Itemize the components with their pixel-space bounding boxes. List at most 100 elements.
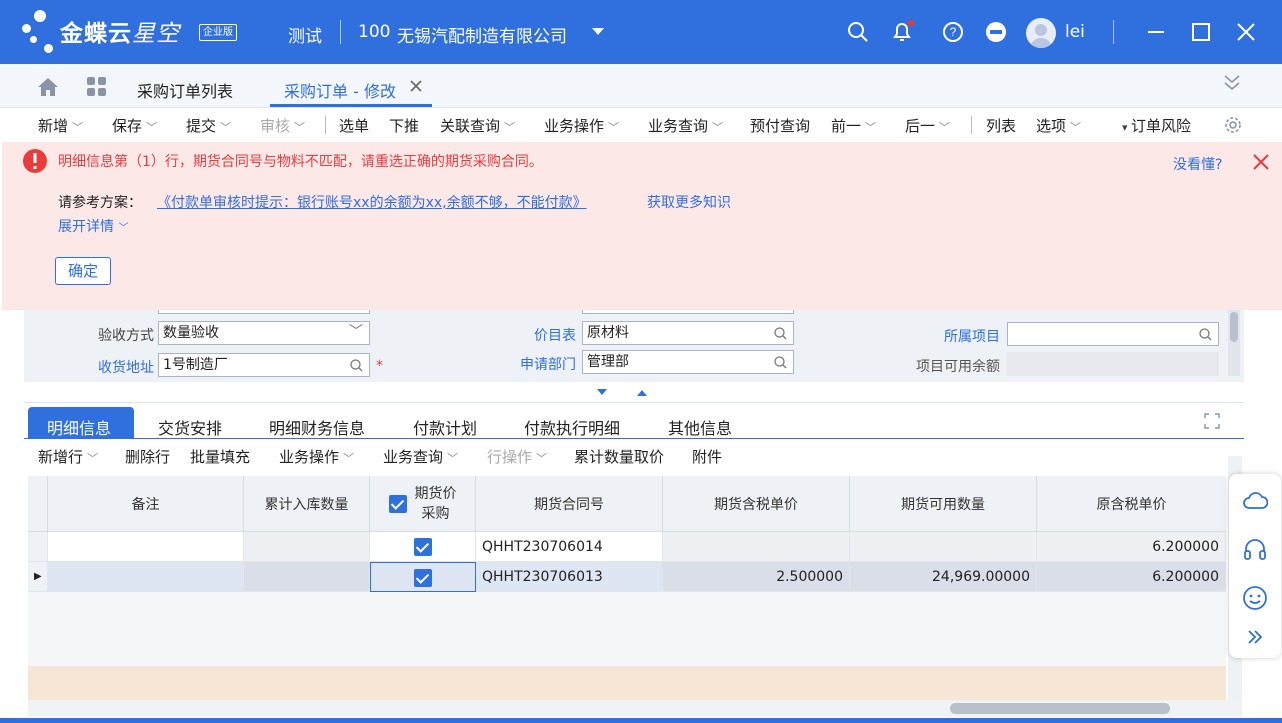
col-futures-available-qty[interactable]: 期货可用数量 — [850, 476, 1037, 532]
help-icon[interactable]: ? — [940, 19, 966, 45]
search-icon — [774, 356, 787, 369]
futures-checkbox-cell[interactable] — [370, 532, 476, 562]
checkbox-icon — [414, 569, 432, 587]
futures-available-qty-cell: 24,969.00000 — [850, 562, 1037, 592]
avatar[interactable] — [1026, 18, 1056, 48]
expand-panel-icon[interactable] — [1242, 626, 1268, 652]
org-name[interactable]: 无锡汽配制造有限公司 — [397, 22, 567, 47]
futures-contract-cell[interactable]: QHHT230706013 — [476, 562, 663, 592]
expand-details-link[interactable]: 展开详情 ﹀ — [58, 216, 128, 236]
reference-link[interactable]: 《付款单审核时提示：银行账号xx的余额为xx,余额不够，不能付款》 — [157, 192, 587, 212]
attachment-button[interactable]: 附件 — [692, 446, 722, 467]
next-button[interactable]: 后一 ﹀ — [905, 115, 950, 136]
smile-icon[interactable] — [1242, 585, 1268, 611]
more-knowledge-link[interactable]: 获取更多知识 — [647, 192, 731, 212]
project-input[interactable] — [1007, 322, 1219, 346]
save-button[interactable]: 保存 ﹀ — [112, 115, 157, 136]
request-dept-label: 申请部门 — [520, 357, 576, 373]
scrollbar-thumb[interactable] — [950, 703, 1170, 714]
headset-icon[interactable] — [1242, 536, 1268, 562]
divider — [1113, 20, 1114, 44]
more-icon[interactable] — [983, 19, 1009, 45]
org-dropdown-icon[interactable] — [585, 19, 611, 45]
col-cumulative-inbound[interactable]: 累计入库数量 — [244, 476, 370, 532]
close-error-icon[interactable] — [1253, 154, 1269, 174]
grid-horizontal-scrollbar[interactable] — [28, 700, 1242, 717]
col-remark[interactable]: 备注 — [48, 476, 244, 532]
org-code[interactable]: 100 — [358, 22, 390, 42]
tab-payment-plan[interactable]: 付款计划 — [413, 415, 477, 439]
list-button[interactable]: 列表 — [986, 115, 1016, 136]
col-futures-price-purchase[interactable]: 期货价采购 — [370, 476, 476, 532]
delivery-address-input[interactable]: 1号制造厂 — [158, 353, 370, 377]
collapse-tabs-icon[interactable] — [1223, 74, 1241, 96]
futures-contract-cell[interactable]: QHHT230706014 — [476, 532, 663, 562]
help-link[interactable]: 没看懂? — [1173, 154, 1222, 174]
tab-payment-execution[interactable]: 付款执行明细 — [524, 415, 620, 439]
detail-business-query-button[interactable]: 业务查询 ﹀ — [383, 446, 458, 467]
new-button[interactable]: 新增 ﹀ — [38, 115, 83, 136]
cumulative-inbound-cell — [244, 562, 370, 592]
col-original-tax-price[interactable]: 原含税单价 — [1037, 476, 1226, 532]
close-icon[interactable] — [1233, 19, 1259, 45]
tab-purchase-order-edit[interactable]: 采购订单 - 修改 — [284, 78, 396, 102]
related-query-button[interactable]: 关联查询 ﹀ — [440, 115, 515, 136]
maximize-icon[interactable] — [1188, 19, 1214, 45]
minimize-icon[interactable] — [1143, 19, 1169, 45]
tab-close-icon[interactable] — [410, 80, 422, 96]
bell-icon[interactable] — [889, 19, 915, 45]
user-name[interactable]: lei — [1065, 22, 1085, 42]
bottom-border — [0, 718, 1282, 723]
business-operation-button[interactable]: 业务操作 ﹀ — [544, 115, 619, 136]
project-balance-field — [1007, 352, 1219, 376]
remark-cell[interactable] — [48, 562, 244, 592]
search-icon — [1199, 328, 1212, 341]
env-label[interactable]: 测试 — [288, 22, 322, 47]
apps-icon[interactable] — [86, 76, 108, 102]
acceptance-method-label: 验收方式 — [98, 328, 154, 344]
confirm-button[interactable]: 确定 — [55, 257, 111, 285]
select-bill-button[interactable]: 选单 — [339, 115, 369, 136]
search-icon — [774, 327, 787, 340]
settings-icon[interactable] — [1223, 115, 1243, 139]
request-dept-input[interactable]: 管理部 — [582, 350, 794, 374]
search-icon[interactable] — [845, 19, 871, 45]
previous-button[interactable]: 前一 ﹀ — [831, 115, 876, 136]
svg-text:?: ? — [950, 25, 957, 39]
business-query-button[interactable]: 业务查询 ﹀ — [648, 115, 723, 136]
row-operation-button[interactable]: 行操作 ﹀ — [487, 446, 547, 467]
detail-business-operation-button[interactable]: 业务操作 ﹀ — [279, 446, 354, 467]
tab-detail-info[interactable]: 明细信息 — [47, 415, 111, 439]
collapse-arrows-icon[interactable] — [597, 386, 647, 402]
options-button[interactable]: 选项 ﹀ — [1036, 115, 1081, 136]
prepay-query-button[interactable]: 预付查询 — [750, 115, 810, 136]
futures-checkbox-cell[interactable] — [370, 562, 476, 592]
push-down-button[interactable]: 下推 — [389, 115, 419, 136]
error-message: 明细信息第（1）行，期货合同号与物料不匹配，请重选正确的期货采购合同。 — [58, 154, 543, 170]
price-list-input[interactable]: 原材料 — [582, 321, 794, 345]
row-indicator[interactable] — [28, 532, 48, 562]
home-icon[interactable] — [36, 76, 60, 102]
side-assistant-panel — [1229, 474, 1281, 658]
tab-purchase-order-list[interactable]: 采购订单列表 — [137, 78, 233, 102]
tab-other-info[interactable]: 其他信息 — [668, 415, 732, 439]
form-scrollbar[interactable] — [1228, 306, 1240, 376]
remark-cell[interactable] — [48, 532, 244, 562]
audit-button[interactable]: 审核 ﹀ — [260, 115, 305, 136]
batch-fill-button[interactable]: 批量填充 — [190, 446, 250, 467]
order-risk-button[interactable]: ▾ 订单风险 — [1122, 115, 1191, 136]
col-futures-contract[interactable]: 期货合同号 — [476, 476, 663, 532]
col-futures-tax-price[interactable]: 期货含税单价 — [663, 476, 850, 532]
cumulative-qty-price-button[interactable]: 累计数量取价 — [574, 446, 664, 467]
tab-delivery[interactable]: 交货安排 — [158, 415, 222, 439]
acceptance-method-select[interactable]: 数量验收 ﹀ — [158, 321, 370, 345]
submit-button[interactable]: 提交 ﹀ — [186, 115, 231, 136]
brand: 金蝶云星空 — [60, 21, 180, 47]
fullscreen-icon[interactable] — [1204, 413, 1220, 433]
project-label: 所属项目 — [944, 329, 1000, 345]
cloud-icon[interactable] — [1242, 488, 1269, 514]
tab-detail-finance[interactable]: 明细财务信息 — [269, 415, 365, 439]
row-indicator-current[interactable]: ▶ — [28, 562, 48, 592]
add-row-button[interactable]: 新增行 ﹀ — [38, 446, 98, 467]
delete-row-button[interactable]: 删除行 — [125, 446, 170, 467]
